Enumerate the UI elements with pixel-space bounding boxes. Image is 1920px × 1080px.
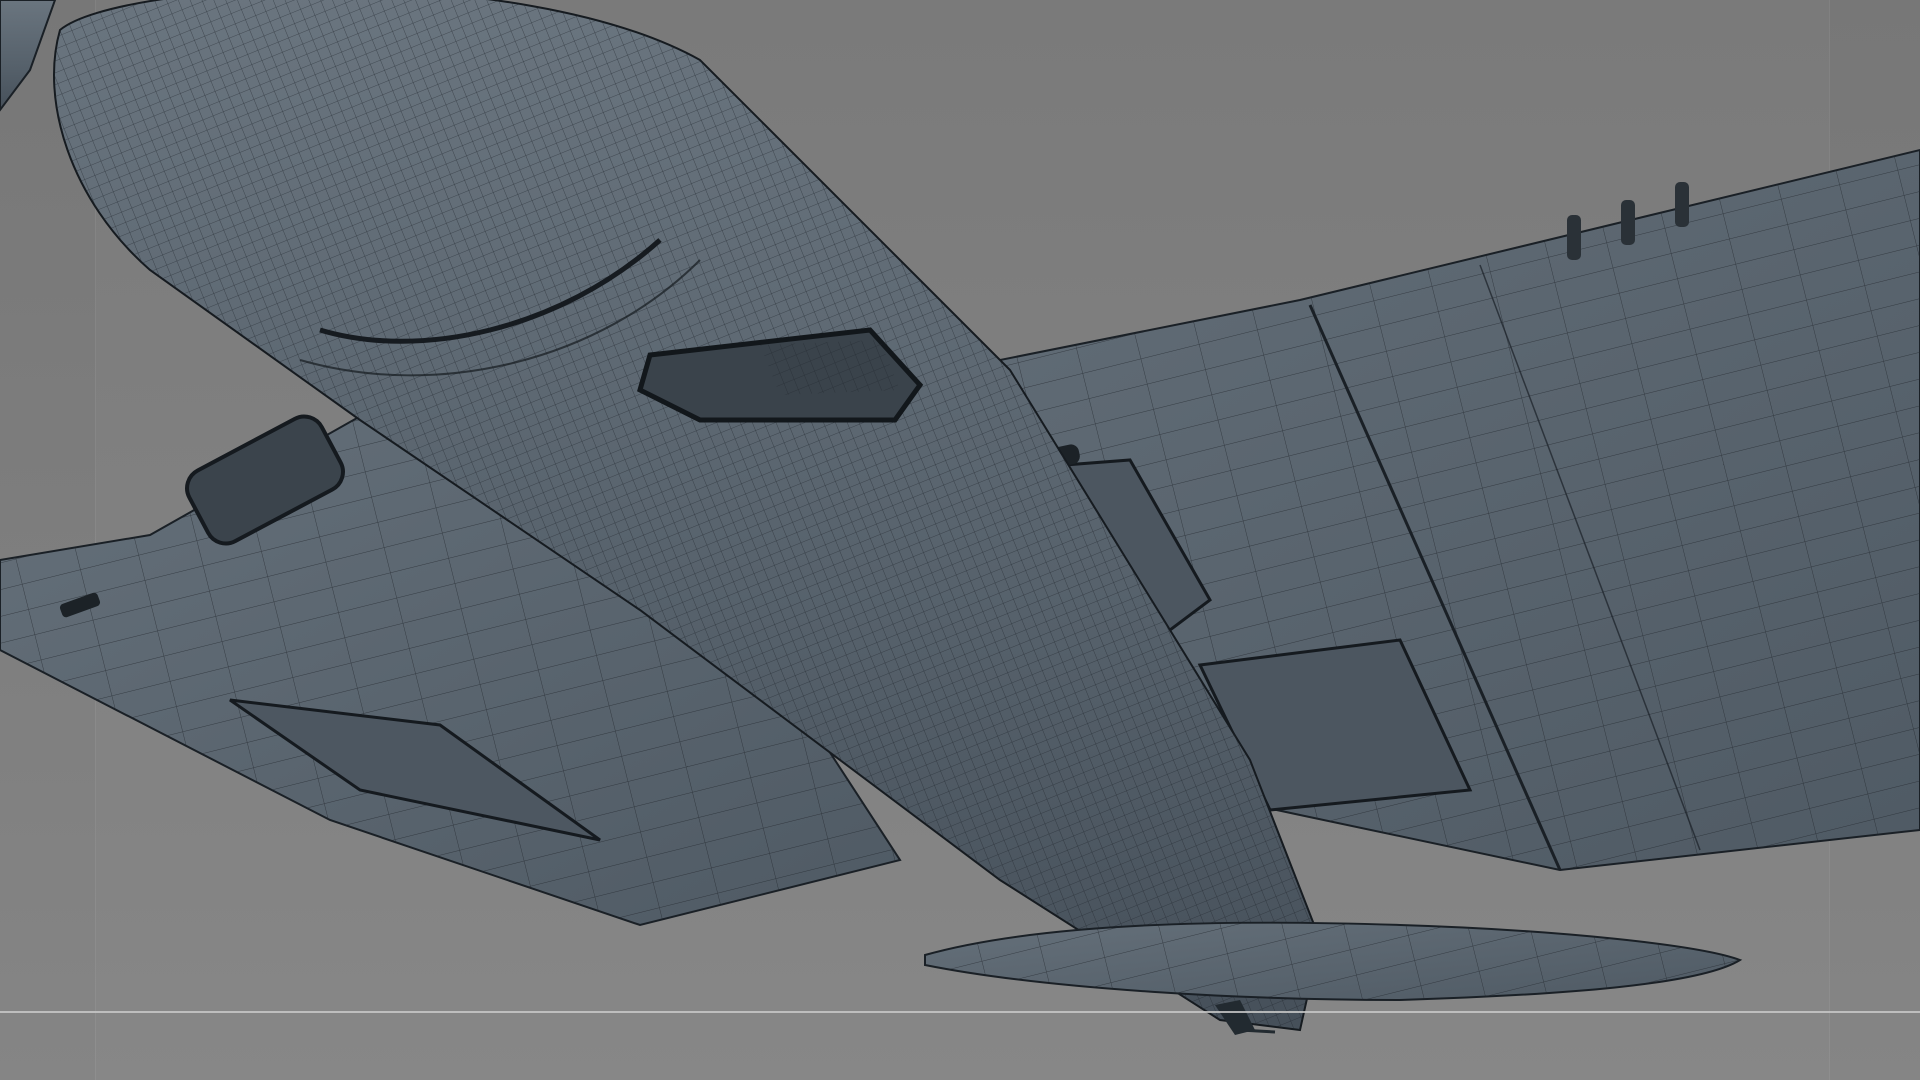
ground-grid-line [0, 1011, 1920, 1013]
wing-icon [0, 0, 57, 112]
3d-viewport[interactable] [0, 0, 1920, 1080]
aircraft-model[interactable] [0, 0, 1920, 1080]
tail-fin-icon[interactable] [924, 921, 1743, 1002]
